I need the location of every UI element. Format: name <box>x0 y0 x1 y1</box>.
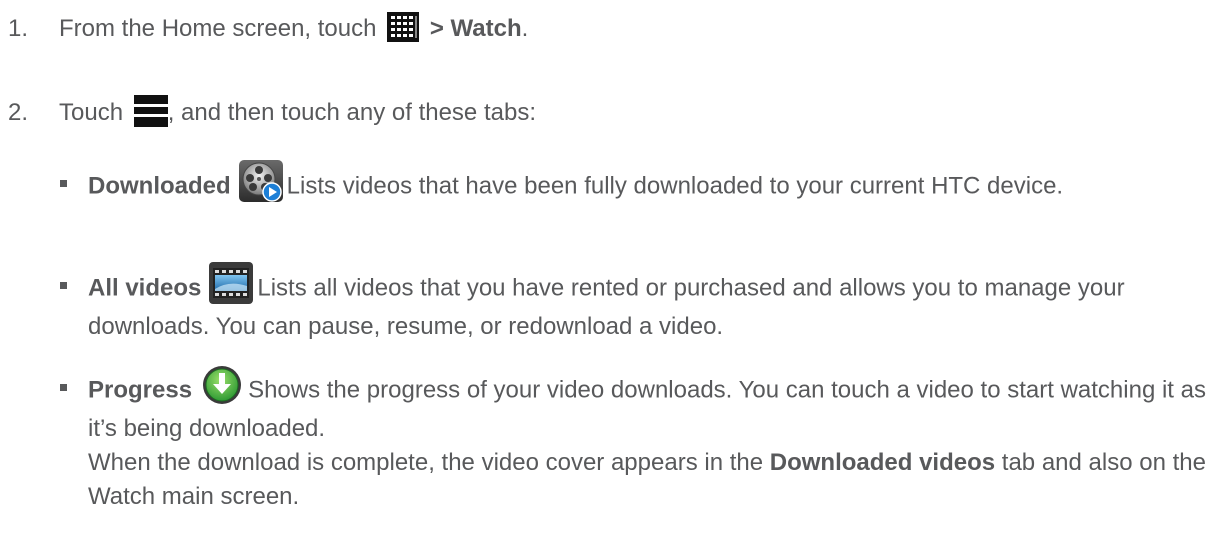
green-download-icon <box>200 364 244 406</box>
tab-description: Lists videos that have been fully downlo… <box>286 172 1064 200</box>
step-bold-text: > Watch <box>429 15 522 42</box>
bullet-marker <box>60 384 67 391</box>
step-number: 2. <box>8 99 29 126</box>
step-text: From the Home screen, touch <box>59 15 384 42</box>
step-text-after: , and then touch any of these tabs: <box>167 99 536 126</box>
tab-label: Downloaded <box>88 172 231 200</box>
apps-grid-icon <box>387 11 420 42</box>
tab-label: All videos <box>88 274 202 302</box>
list-item-body: Progress Shows the progress of your vide… <box>88 366 1208 514</box>
tab-entry: Progress Shows the progress of your vide… <box>88 366 1208 446</box>
tab-label: Progress <box>88 376 193 404</box>
menu-icon <box>133 94 168 127</box>
tab-description: Shows the progress of your video downloa… <box>88 376 1206 442</box>
step-text: Touch <box>59 99 130 126</box>
step-1: 1. From the Home screen, touch > Watch. <box>8 11 529 46</box>
list-item-body: Downloaded Lists videos that have been f… <box>88 160 1208 208</box>
step-number: 1. <box>8 15 29 42</box>
bullet-marker <box>60 282 67 289</box>
note-text: When the download is complete, the video… <box>88 449 770 476</box>
note-bold-text: Downloaded videos <box>769 449 996 476</box>
tab-note: When the download is complete, the video… <box>88 446 1208 514</box>
film-reel-play-icon <box>238 160 283 202</box>
list-item-body: All videos Lists all videos that you hav… <box>88 262 1208 344</box>
step-2: 2. Touch , and then touch any of these ta… <box>8 94 536 130</box>
step-text-after: . <box>521 15 529 42</box>
bullet-marker <box>60 180 67 187</box>
video-library-icon <box>209 262 254 304</box>
